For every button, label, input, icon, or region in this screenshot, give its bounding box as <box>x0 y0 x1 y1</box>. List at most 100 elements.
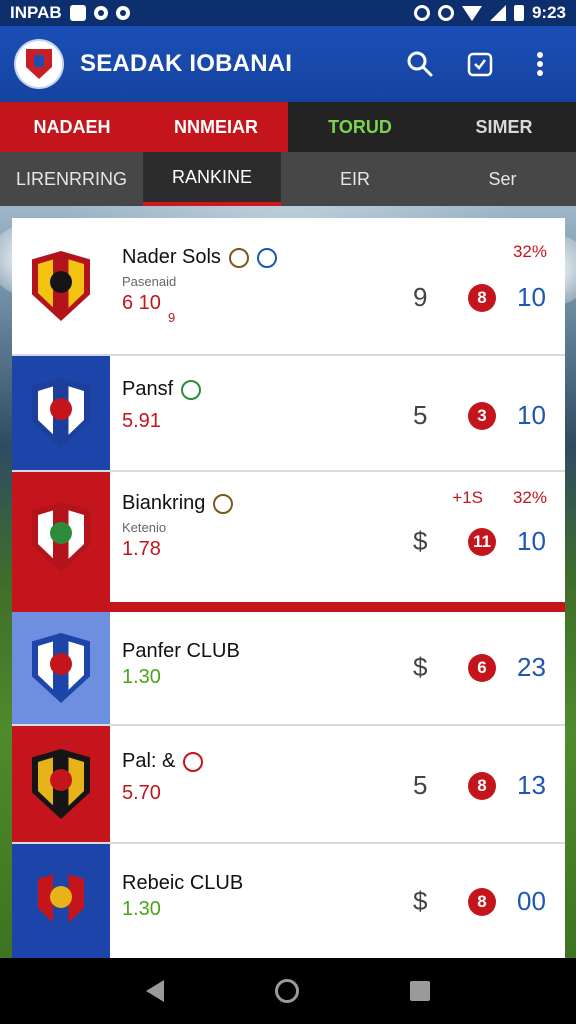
more-vert-icon <box>537 52 543 76</box>
team-name: Panfer CLUB <box>122 640 240 662</box>
delta-label: +1S <box>452 488 483 507</box>
battery-icon <box>513 5 524 21</box>
home-icon[interactable] <box>274 979 299 1003</box>
partner-badge-icon <box>256 247 277 268</box>
team-value: 1.30 <box>122 898 161 920</box>
rank-badge: 8 <box>468 772 496 800</box>
team-name-row: Pal: & <box>122 750 204 773</box>
team-value: 5.91 <box>122 410 161 432</box>
sync-icon <box>437 5 454 21</box>
app-title: SEADAK IOBANAI <box>80 50 293 77</box>
partner-badge-icon <box>213 493 234 514</box>
percent-label: 32% <box>512 242 547 261</box>
stat-a: $ <box>413 886 428 916</box>
top-tab-2[interactable]: NNMEIAR <box>144 102 288 152</box>
rank-badge: 8 <box>468 888 496 916</box>
team-value: 1.30 <box>122 666 161 688</box>
team-name: Pal: & <box>122 750 176 772</box>
team-crest-icon <box>32 502 90 572</box>
team-name: Nader Sols <box>122 246 221 268</box>
alarm-icon <box>413 5 430 21</box>
stat-c: 23 <box>517 652 546 682</box>
more-options-button[interactable] <box>520 44 560 84</box>
wifi-icon <box>461 5 482 21</box>
crest-mark <box>50 652 72 675</box>
crest-box <box>12 844 110 958</box>
search-icon <box>407 51 433 77</box>
shield-icon <box>26 49 52 79</box>
ranking-row[interactable]: Pansf 5.91 5 3 10 <box>12 356 565 472</box>
search-button[interactable] <box>400 44 440 84</box>
stats: 32% 9 8 10 <box>395 218 565 354</box>
team-crest-icon <box>32 633 90 703</box>
rank-badge: 8 <box>468 284 496 312</box>
team-value: 5.70 <box>122 782 161 804</box>
back-icon[interactable] <box>145 980 164 1002</box>
team-value: 6 10 <box>122 292 161 314</box>
partner-badge-icon <box>228 247 249 268</box>
ranking-row[interactable]: Rebeic CLUB 1.30 $ 8 00 <box>12 844 565 958</box>
sub-tab-1[interactable]: LIRENRRING <box>0 152 143 206</box>
ranking-row[interactable]: Panfer CLUB 1.30 $ 6 23 <box>12 612 565 726</box>
team-value: 1.78 <box>122 538 161 560</box>
ranking-row[interactable]: Pal: & 5.70 5 8 13 <box>12 726 565 844</box>
team-name: Biankring <box>122 492 206 514</box>
stats: 5 3 10 <box>395 356 565 470</box>
team-subtitle: Pasenaid <box>122 274 177 289</box>
team-crest-icon <box>32 866 90 936</box>
stat-c: 10 <box>517 526 546 556</box>
sub-tab-4[interactable]: Ser <box>429 152 576 206</box>
calendar-check-icon <box>467 52 493 77</box>
crest-box <box>12 472 110 602</box>
team-name-row: Rebeic CLUB <box>122 872 243 895</box>
status-right: 9:23 <box>413 3 566 23</box>
team-crest-icon <box>32 749 90 819</box>
stat-a: $ <box>413 652 428 682</box>
stat-a: 5 <box>413 770 428 800</box>
crest-box <box>12 356 110 470</box>
calendar-button[interactable] <box>460 44 500 84</box>
team-name-row: Nader Sols <box>122 246 277 269</box>
top-tab-3[interactable]: TORUD <box>288 102 432 152</box>
sub-tab-3[interactable]: EIR <box>281 152 429 206</box>
crest-mark <box>50 397 72 420</box>
image-notification-icon <box>69 5 86 21</box>
status-left: INPAB <box>10 3 130 23</box>
status-bar: INPAB 9:23 <box>0 0 576 26</box>
ranking-row[interactable]: Biankring Ketenio 1.78 +1S 32% $ 11 10 <box>12 472 565 612</box>
ranking-list: Nader Sols Pasenaid 6 10 9 32% 9 8 10 Pa… <box>12 218 565 958</box>
rank-badge: 6 <box>468 654 496 682</box>
partner-badge-icon <box>181 379 202 400</box>
stat-a: $ <box>413 526 428 556</box>
team-name-row: Biankring <box>122 492 234 515</box>
rank-badge: 3 <box>468 402 496 430</box>
top-tab-1[interactable]: NADAEH <box>0 102 144 152</box>
team-name: Rebeic CLUB <box>122 872 244 894</box>
stat-c: 10 <box>517 400 546 430</box>
partner-badge-icon <box>183 751 204 772</box>
top-tab-4[interactable]: SIMER <box>432 102 576 152</box>
record-notification-icon <box>115 6 130 20</box>
status-carrier-text: INPAB <box>10 3 62 22</box>
recent-apps-icon[interactable] <box>410 981 431 1001</box>
crest-mark <box>50 885 72 908</box>
stats: $ 6 23 <box>395 612 565 724</box>
crest-box <box>12 612 110 724</box>
sub-tab-ranking[interactable]: RANKINE <box>143 152 281 206</box>
sub-tabs: LIRENRRING RANKINE EIR Ser <box>0 152 576 206</box>
ranking-row[interactable]: Nader Sols Pasenaid 6 10 9 32% 9 8 10 <box>12 218 565 356</box>
team-subtitle: Ketenio <box>122 520 167 535</box>
stat-c: 10 <box>517 282 546 312</box>
crest-mark <box>50 768 72 791</box>
team-crest-icon <box>32 251 90 321</box>
stat-c: 13 <box>517 770 546 800</box>
crest-mark <box>50 521 72 544</box>
system-nav-bar <box>0 958 576 1024</box>
team-name-row: Panfer CLUB <box>122 640 240 663</box>
team-value-extra: 9 <box>168 310 176 325</box>
app-logo[interactable] <box>16 41 62 87</box>
stats: $ 8 00 <box>395 844 565 958</box>
team-name-row: Pansf <box>122 378 202 401</box>
app-bar: SEADAK IOBANAI <box>0 26 576 102</box>
stats: 5 8 13 <box>395 726 565 842</box>
